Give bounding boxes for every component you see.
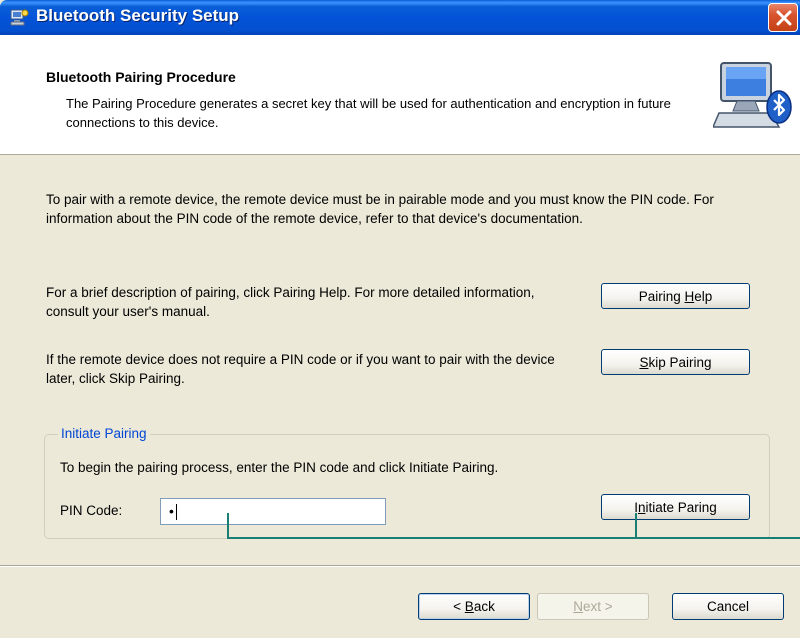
initiate-pairing-group bbox=[44, 434, 770, 539]
back-label: < Back bbox=[453, 599, 495, 614]
label-part: ext > bbox=[583, 599, 613, 614]
label-part: ack bbox=[473, 599, 495, 614]
window-title: Bluetooth Security Setup bbox=[36, 6, 240, 25]
bluetooth-setup-icon bbox=[10, 9, 29, 26]
pin-code-label: PIN Code: bbox=[60, 503, 123, 518]
label-part: itiate Paring bbox=[645, 499, 717, 515]
pin-code-value: • bbox=[169, 503, 174, 519]
header-description: The Pairing Procedure generates a secret… bbox=[66, 96, 671, 130]
skip-pairing-button[interactable]: Skip Pairing bbox=[601, 349, 750, 375]
label-part: < bbox=[453, 599, 465, 614]
pairing-help-button[interactable]: Pairing Help bbox=[601, 283, 750, 309]
cancel-button[interactable]: Cancel bbox=[672, 593, 784, 620]
header-panel: Bluetooth Pairing Procedure The Pairing … bbox=[0, 35, 800, 155]
close-icon bbox=[776, 10, 792, 26]
footer-separator bbox=[0, 565, 800, 567]
header-title: Bluetooth Pairing Procedure bbox=[46, 69, 236, 85]
skip-pairing-label: Skip Pairing bbox=[639, 355, 711, 370]
label-part: Pairing bbox=[638, 288, 685, 304]
title-bar[interactable]: Bluetooth Security Setup bbox=[0, 0, 800, 35]
text-caret bbox=[175, 504, 177, 521]
dialog-window: Bluetooth Security Setup Bluetooth Pairi… bbox=[0, 0, 800, 638]
group-legend: Initiate Pairing bbox=[58, 426, 150, 441]
back-button[interactable]: < Back bbox=[418, 593, 530, 620]
initiate-instructions: To begin the pairing process, enter the … bbox=[60, 460, 499, 475]
pairing-help-text: For a brief description of pairing, clic… bbox=[46, 285, 535, 319]
label-part: kip Pairing bbox=[648, 354, 712, 370]
label-part: elp bbox=[694, 288, 713, 304]
initiate-pairing-label: Initiate Paring bbox=[634, 500, 717, 515]
initiate-pairing-button[interactable]: Initiate Paring bbox=[601, 494, 750, 520]
intro-text: To pair with a remote device, the remote… bbox=[46, 192, 714, 226]
skip-pairing-text: If the remote device does not require a … bbox=[46, 352, 555, 386]
computer-bluetooth-icon bbox=[713, 62, 792, 128]
mnemonic: H bbox=[684, 288, 695, 304]
mnemonic: N bbox=[573, 599, 584, 614]
next-button[interactable]: Next > bbox=[537, 593, 649, 620]
mnemonic: B bbox=[464, 599, 474, 614]
pairing-help-label: Pairing Help bbox=[639, 289, 713, 304]
close-button[interactable] bbox=[768, 3, 798, 32]
next-label: Next > bbox=[573, 599, 612, 614]
pin-code-input[interactable]: • bbox=[160, 498, 386, 525]
